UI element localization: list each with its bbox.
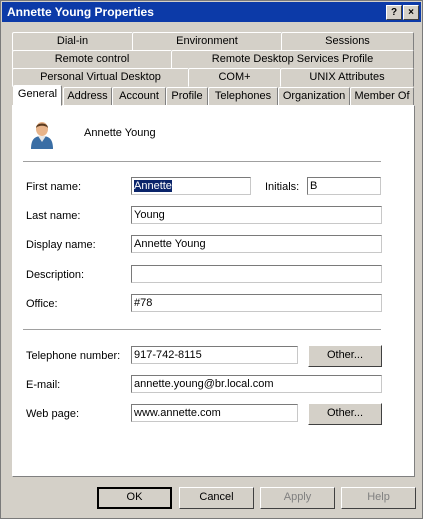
cancel-button[interactable]: Cancel	[179, 487, 254, 509]
separator	[23, 329, 381, 331]
general-tab-panel: Annette Young First name: Annette Initia…	[12, 105, 415, 477]
tab-general[interactable]: General	[13, 85, 62, 106]
help-icon[interactable]: ?	[386, 5, 402, 20]
initials-label: Initials:	[265, 181, 300, 193]
tab-unix-attributes[interactable]: UNIX Attributes	[280, 68, 414, 87]
tab-sessions[interactable]: Sessions	[281, 32, 414, 51]
tab-dial-in[interactable]: Dial-in	[12, 32, 133, 51]
tab-address[interactable]: Address	[63, 87, 112, 106]
telephone-label: Telephone number:	[26, 350, 121, 362]
webpage-label: Web page:	[26, 408, 80, 420]
user-display-header: Annette Young	[84, 127, 156, 139]
office-label: Office:	[26, 298, 58, 310]
display-name-label: Display name:	[26, 239, 96, 251]
window-title: Annette Young Properties	[7, 5, 154, 19]
tab-com-plus[interactable]: COM+	[188, 68, 281, 87]
webpage-other-button[interactable]: Other...	[308, 403, 382, 425]
last-name-field[interactable]: Young	[131, 206, 382, 224]
display-name-field[interactable]: Annette Young	[131, 235, 382, 253]
tab-remote-control[interactable]: Remote control	[12, 50, 172, 69]
first-name-value: Annette	[134, 180, 172, 192]
description-field[interactable]	[131, 265, 382, 283]
tab-member-of[interactable]: Member Of	[350, 87, 414, 106]
close-icon[interactable]: ×	[403, 5, 419, 20]
apply-button[interactable]: Apply	[260, 487, 335, 509]
help-button[interactable]: Help	[341, 487, 416, 509]
separator	[23, 161, 381, 163]
description-label: Description:	[26, 269, 85, 281]
email-label: E-mail:	[26, 379, 61, 391]
properties-dialog: Annette Young Properties ? × Dial-in Env…	[0, 0, 423, 519]
initials-field[interactable]: B	[307, 177, 381, 195]
last-name-label: Last name:	[26, 210, 81, 222]
telephone-other-button[interactable]: Other...	[308, 345, 382, 367]
title-bar[interactable]: Annette Young Properties ? ×	[2, 2, 421, 22]
first-name-field[interactable]: Annette	[131, 177, 251, 195]
tab-environment[interactable]: Environment	[132, 32, 282, 51]
tab-profile[interactable]: Profile	[166, 87, 208, 106]
first-name-label: First name:	[26, 181, 82, 193]
webpage-field[interactable]: www.annette.com	[131, 404, 298, 422]
user-icon	[29, 119, 55, 149]
tab-telephones[interactable]: Telephones	[208, 87, 278, 106]
email-field[interactable]: annette.young@br.local.com	[131, 375, 382, 393]
telephone-field[interactable]: 917-742-8115	[131, 346, 298, 364]
ok-button[interactable]: OK	[97, 487, 172, 509]
tab-account[interactable]: Account	[112, 87, 166, 106]
office-field[interactable]: #78	[131, 294, 382, 312]
tab-organization[interactable]: Organization	[278, 87, 350, 106]
tab-remote-desktop-services-profile[interactable]: Remote Desktop Services Profile	[171, 50, 414, 69]
